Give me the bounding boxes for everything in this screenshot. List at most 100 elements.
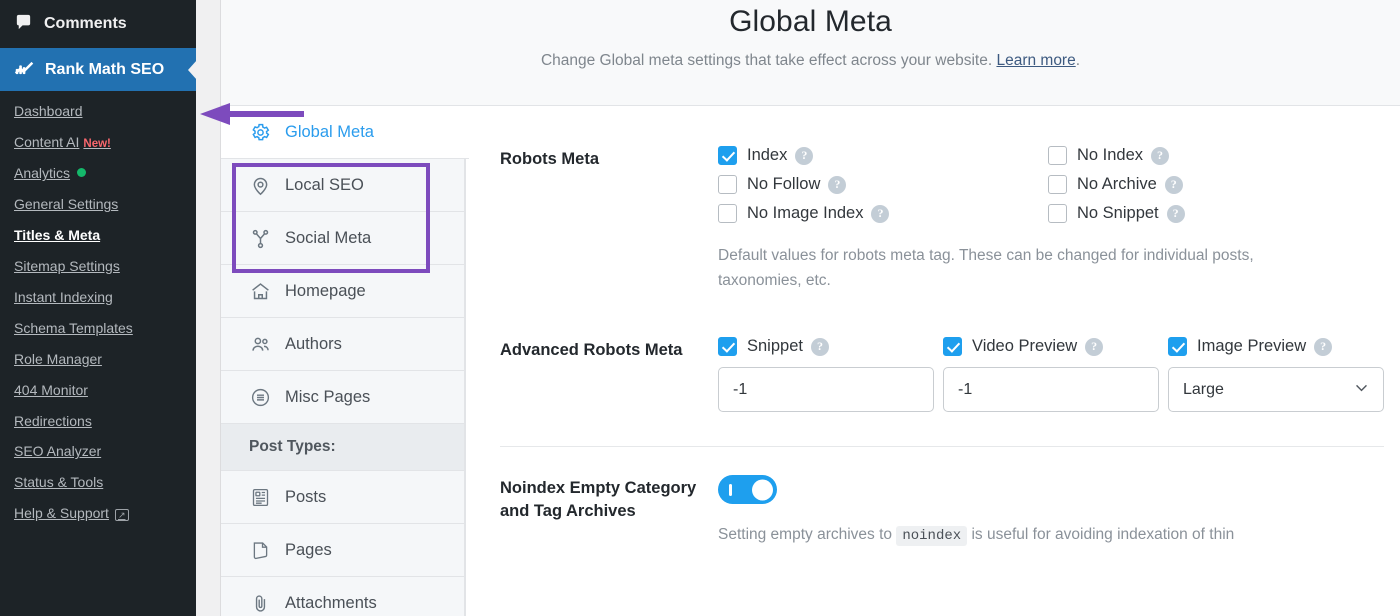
checkbox-no-follow-box[interactable] xyxy=(718,175,737,194)
checkbox-no-archive-box[interactable] xyxy=(1048,175,1067,194)
page-description: Change Global meta settings that take ef… xyxy=(241,52,1380,70)
tab-attachments[interactable]: Attachments xyxy=(221,577,465,616)
tab-social-meta-label: Social Meta xyxy=(285,228,372,247)
sidebar-subitem-status-tools[interactable]: Status & Tools xyxy=(0,467,196,498)
checkbox-video-preview[interactable]: Video Preview ? xyxy=(943,337,1159,357)
noindex-empty-hint-pre: Setting empty archives to xyxy=(718,526,893,544)
sidebar-subitem-titles-meta[interactable]: Titles & Meta xyxy=(0,220,196,251)
tab-homepage[interactable]: Homepage xyxy=(221,265,465,318)
help-icon-index[interactable]: ? xyxy=(795,146,814,165)
sidebar-subitem-general-settings[interactable]: General Settings xyxy=(0,189,196,220)
tab-authors[interactable]: Authors xyxy=(221,318,465,371)
help-icon-no-follow[interactable]: ? xyxy=(828,175,847,194)
sidebar-subitem-seo-analyzer[interactable]: SEO Analyzer xyxy=(0,436,196,467)
checkbox-video-preview-label: Video Preview xyxy=(972,337,1078,356)
checkbox-image-preview-box[interactable] xyxy=(1168,337,1187,357)
sidebar-subitem-content-ai[interactable]: Content AI New! xyxy=(0,127,196,159)
sidebar-subitem-redirections[interactable]: Redirections xyxy=(0,406,196,437)
checkbox-no-image-index-box[interactable] xyxy=(718,204,737,223)
sidebar-subitem-label: Status & Tools xyxy=(14,474,104,491)
advanced-robots-meta-body: Snippet ? Video Preview ? xyxy=(718,337,1384,413)
field-noindex-empty: Noindex Empty Category and Tag Archives … xyxy=(466,475,1400,548)
checkbox-index-label: Index xyxy=(747,146,788,164)
page-header: Global Meta Change Global meta settings … xyxy=(221,0,1400,106)
checkbox-no-snippet[interactable]: No Snippet ? xyxy=(1048,204,1384,223)
help-icon-snippet[interactable]: ? xyxy=(810,337,829,356)
sidebar-subitem-role-manager[interactable]: Role Manager xyxy=(0,344,196,375)
checkbox-no-image-index[interactable]: No Image Index ? xyxy=(718,204,1048,223)
tab-authors-label: Authors xyxy=(285,334,342,353)
sidebar-subitem-label: Sitemap Settings xyxy=(14,258,120,275)
checkbox-no-archive[interactable]: No Archive ? xyxy=(1048,175,1384,194)
sidebar-subitem-label: Schema Templates xyxy=(14,319,133,336)
help-icon-no-index[interactable]: ? xyxy=(1151,146,1170,165)
help-icon-no-archive[interactable]: ? xyxy=(1164,175,1183,194)
screen-root: Comments Rank Math SEO Dashboard Content … xyxy=(0,0,1400,616)
share-nodes-icon xyxy=(249,227,272,250)
checkbox-no-archive-label: No Archive xyxy=(1077,175,1157,193)
settings-content: Robots Meta Index ? No Index ? No Follow… xyxy=(466,106,1400,616)
sidebar-subitem-sitemap-settings[interactable]: Sitemap Settings xyxy=(0,251,196,282)
tab-global-meta-label: Global Meta xyxy=(285,122,374,141)
sidebar-subitem-404-monitor[interactable]: 404 Monitor xyxy=(0,375,196,406)
sidebar-subitem-label: Help & Support xyxy=(14,505,109,522)
checkbox-no-snippet-label: No Snippet xyxy=(1077,204,1159,222)
sidebar-subitem-label: Redirections xyxy=(14,412,92,429)
tab-local-seo[interactable]: Local SEO xyxy=(221,159,465,212)
noindex-empty-body: Setting empty archives to noindex is use… xyxy=(718,475,1384,548)
settings-tabs: Global Meta Local SEO Social Meta Homepa… xyxy=(221,106,469,616)
robots-meta-hint: Default values for robots meta tag. Thes… xyxy=(718,247,1254,290)
checkbox-no-index-label: No Index xyxy=(1077,146,1144,164)
checkbox-no-image-index-label: No Image Index xyxy=(747,204,864,222)
noindex-empty-toggle[interactable] xyxy=(718,475,777,505)
tab-posts[interactable]: Posts xyxy=(221,471,465,524)
post-types-group-label: Post Types: xyxy=(221,424,465,471)
sidebar-subitem-analytics[interactable]: Analytics xyxy=(0,158,196,189)
tab-pages[interactable]: Pages xyxy=(221,524,465,577)
checkbox-no-index[interactable]: No Index ? xyxy=(1048,146,1384,165)
video-preview-length-input[interactable] xyxy=(943,367,1159,413)
robots-meta-checkbox-grid: Index ? No Index ? No Follow ? No Archiv… xyxy=(718,146,1384,223)
sidebar-subitem-schema-templates[interactable]: Schema Templates xyxy=(0,313,196,344)
checkbox-video-preview-box[interactable] xyxy=(943,337,962,357)
sidebar-item-comments[interactable]: Comments xyxy=(0,0,196,48)
settings-panel: Global Meta Change Global meta settings … xyxy=(220,0,1400,616)
sidebar-subitem-label: Titles & Meta xyxy=(14,227,101,244)
paperclip-icon xyxy=(249,592,272,615)
image-preview-select-wrap: Large xyxy=(1168,367,1384,413)
sidebar-subitem-instant-indexing[interactable]: Instant Indexing xyxy=(0,282,196,313)
noindex-code-token: noindex xyxy=(896,526,968,547)
checkbox-image-preview[interactable]: Image Preview ? xyxy=(1168,337,1384,357)
image-preview-select[interactable]: Large xyxy=(1168,367,1384,413)
sidebar-subitem-help-support[interactable]: Help & Support ↗ xyxy=(0,498,196,529)
tab-pages-label: Pages xyxy=(285,540,332,559)
help-icon-image-preview[interactable]: ? xyxy=(1314,337,1333,356)
tab-misc-pages[interactable]: Misc Pages xyxy=(221,371,465,424)
help-icon-video-preview[interactable]: ? xyxy=(1085,337,1104,356)
learn-more-link[interactable]: Learn more xyxy=(996,52,1075,69)
checkbox-snippet-box[interactable] xyxy=(718,337,737,357)
page-description-period: . xyxy=(1075,52,1081,69)
checkbox-no-snippet-box[interactable] xyxy=(1048,204,1067,223)
noindex-empty-label: Noindex Empty Category and Tag Archives xyxy=(500,479,697,521)
checkbox-snippet[interactable]: Snippet ? xyxy=(718,337,934,357)
tab-social-meta[interactable]: Social Meta xyxy=(221,212,465,265)
external-link-icon: ↗ xyxy=(114,509,129,522)
main-area: Global Meta Change Global meta settings … xyxy=(196,0,1400,616)
help-icon-no-snippet[interactable]: ? xyxy=(1166,204,1185,223)
sidebar-item-rank-math-seo[interactable]: Rank Math SEO xyxy=(0,48,196,91)
checkbox-no-index-box[interactable] xyxy=(1048,146,1067,165)
snippet-length-input[interactable] xyxy=(718,367,934,413)
help-icon-no-image-index[interactable]: ? xyxy=(871,204,890,223)
sidebar-subitem-label: SEO Analyzer xyxy=(14,443,102,460)
checkbox-no-follow[interactable]: No Follow ? xyxy=(718,175,1048,194)
tab-global-meta[interactable]: Global Meta xyxy=(221,106,469,159)
checkbox-index-box[interactable] xyxy=(718,146,737,165)
sidebar-subitem-dashboard[interactable]: Dashboard xyxy=(0,96,196,127)
checkbox-index[interactable]: Index ? xyxy=(718,146,1048,165)
noindex-empty-hint: Setting empty archives to noindex is use… xyxy=(718,522,1338,548)
field-robots-meta: Robots Meta Index ? No Index ? No Follow… xyxy=(466,146,1400,293)
sidebar-item-rank-math-label: Rank Math SEO xyxy=(45,60,165,78)
tab-local-seo-label: Local SEO xyxy=(285,175,364,194)
status-dot-icon xyxy=(77,168,87,178)
